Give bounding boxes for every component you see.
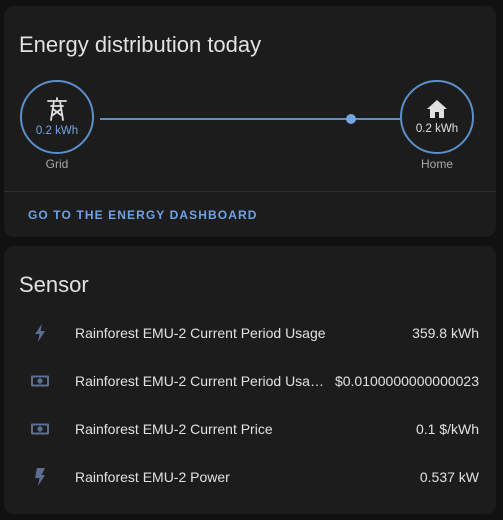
sensor-value: 359.8 kWh [412, 325, 479, 341]
grid-label: Grid [45, 157, 69, 171]
cash-icon [31, 423, 49, 435]
sensor-card: Sensor Rainforest EMU-2 Current Period U… [4, 246, 496, 514]
card-divider [4, 191, 496, 192]
sensor-row-current-period-usage[interactable]: Rainforest EMU-2 Current Period Usage 35… [4, 313, 496, 353]
card-title: Sensor [19, 272, 89, 297]
energy-dashboard-link[interactable]: GO TO THE ENERGY DASHBOARD [28, 208, 258, 222]
home-icon [427, 100, 447, 118]
sensor-value: 0.537 kW [419, 469, 479, 485]
flow-dot [346, 114, 356, 124]
card-title: Energy distribution today [19, 32, 262, 57]
sensor-name: Rainforest EMU-2 Power [75, 469, 230, 485]
sensor-name: Rainforest EMU-2 Current Period Usage Co… [75, 373, 327, 389]
home-label: Home [420, 157, 453, 171]
sensor-row-current-period-usage-cost[interactable]: Rainforest EMU-2 Current Period Usage Co… [4, 361, 496, 401]
sensor-value: $0.0100000000000023 [334, 373, 479, 389]
sensor-name: Rainforest EMU-2 Current Price [75, 421, 273, 437]
sensor-name: Rainforest EMU-2 Current Period Usage [75, 325, 326, 341]
grid-node[interactable]: 0.2 kWh [20, 80, 94, 154]
sensor-row-current-price[interactable]: Rainforest EMU-2 Current Price 0.1 $/kWh [4, 409, 496, 449]
sensor-value: 0.1 $/kWh [415, 421, 479, 437]
sensor-row-power[interactable]: Rainforest EMU-2 Power 0.537 kW [4, 457, 496, 497]
flash-icon [35, 468, 45, 486]
grid-energy-value: 0.2 kWh [35, 125, 79, 137]
transmission-tower-icon [47, 97, 67, 121]
home-energy-value: 0.2 kWh [415, 123, 459, 135]
cash-icon [31, 375, 49, 387]
flash-icon [35, 324, 45, 342]
energy-distribution-card: Energy distribution today 0.2 kWh Grid 0… [4, 6, 496, 237]
home-node[interactable]: 0.2 kWh [400, 80, 474, 154]
